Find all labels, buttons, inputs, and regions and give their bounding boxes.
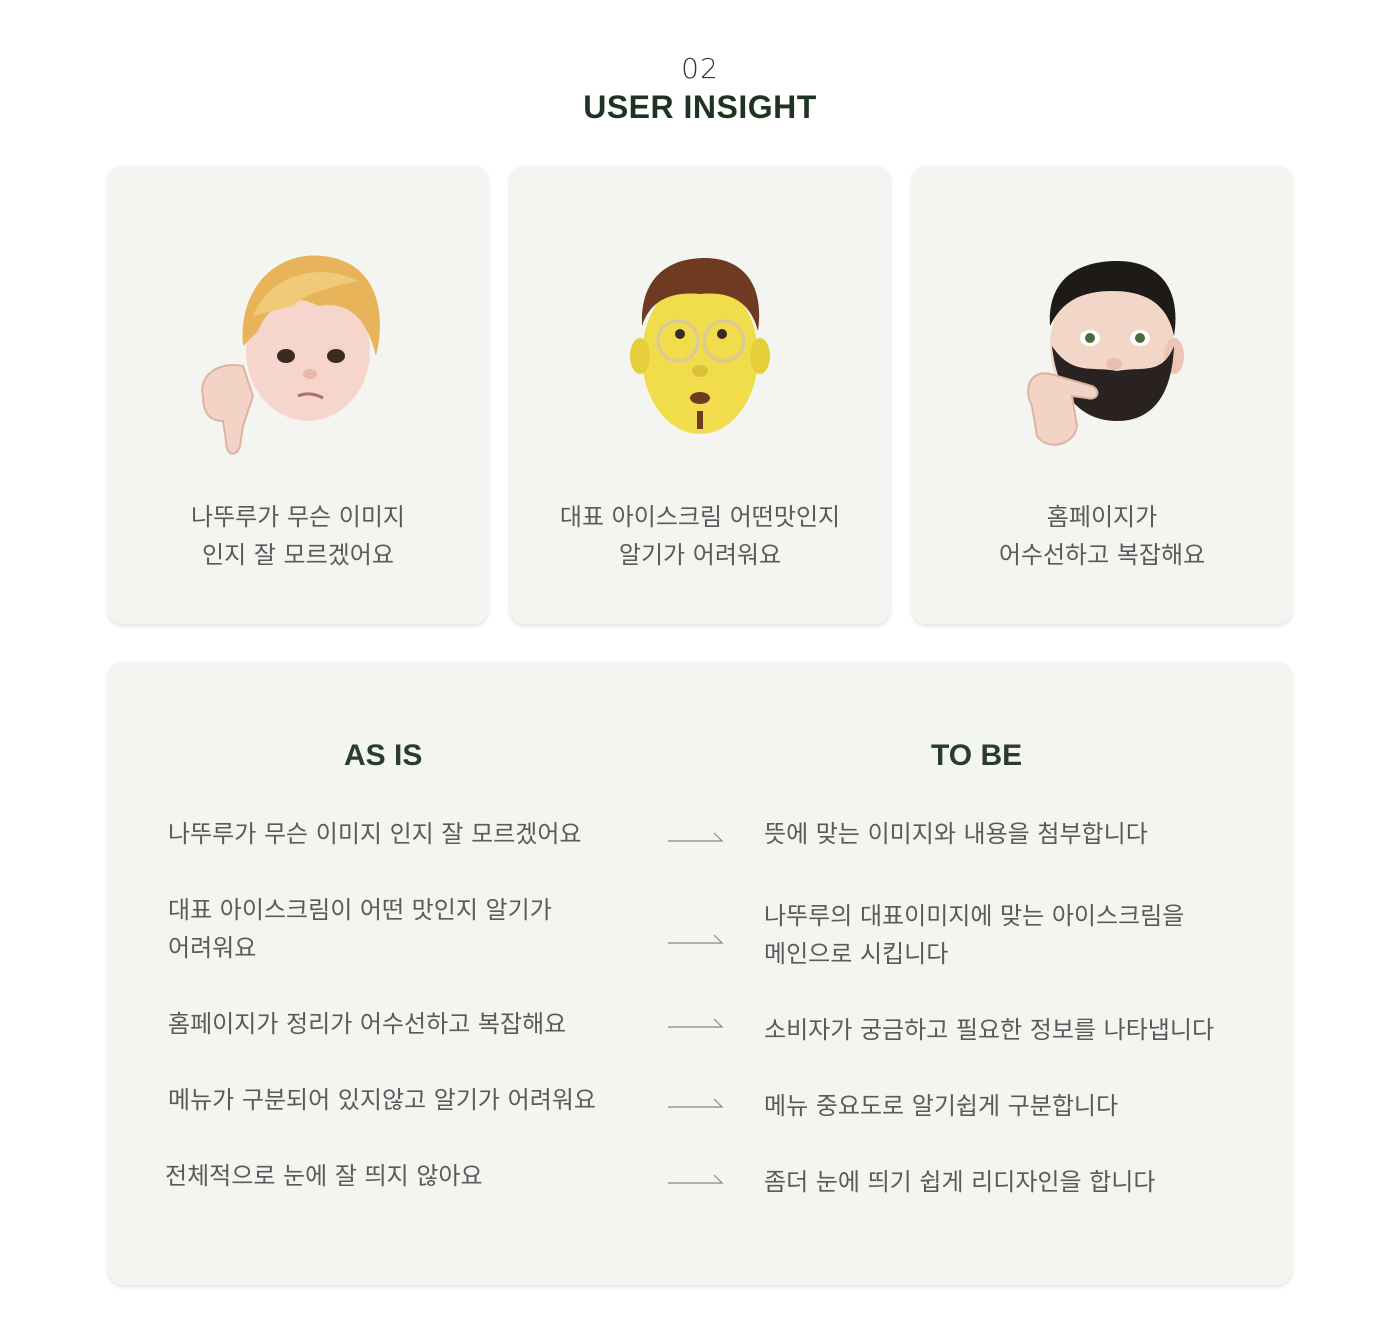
to-be-text: 좀더 눈에 띄기 쉽게 리디자인을 합니다 <box>764 1168 1156 1196</box>
thumbs-down-blonde-avatar-icon <box>201 255 380 455</box>
card-quote-line: 나뚜루가 무슨 이미지 <box>191 503 405 531</box>
section-title: USER INSIGHT <box>583 89 817 125</box>
as-is-text: 어려워요 <box>168 934 257 962</box>
card-quote-line: 홈페이지가 <box>1046 503 1158 531</box>
as-is-text: 대표 아이스크림이 어떤 맛인지 알기가 <box>168 896 552 924</box>
insight-card-2: 대표 아이스크림 어떤맛인지 알기가 어려워요 <box>510 166 890 624</box>
arrow-right-icon <box>668 1018 724 1028</box>
arrow-right-icon <box>668 1098 724 1108</box>
to-be-text: 나뚜루의 대표이미지에 맞는 아이스크림을 <box>764 902 1185 930</box>
arrow-right-icon <box>668 1174 724 1184</box>
arrow-right-icon <box>668 832 724 842</box>
card-quote-line: 알기가 어려워요 <box>618 541 782 569</box>
card-quote-line: 대표 아이스크림 어떤맛인지 <box>559 503 841 531</box>
insight-card-1: 나뚜루가 무슨 이미지 인지 잘 모르겠어요 <box>108 166 488 624</box>
to-be-text: 메인으로 시킵니다 <box>764 940 949 968</box>
glasses-eyeroll-avatar-icon <box>630 258 770 434</box>
as-is-title: AS IS <box>344 739 423 772</box>
to-be-title: TO BE <box>931 739 1023 772</box>
section-number: 02 <box>681 52 719 85</box>
card-quote-line: 인지 잘 모르겠어요 <box>202 541 394 569</box>
arrow-right-icon <box>668 934 724 944</box>
section-header: 02 USER INSIGHT <box>0 52 1400 126</box>
to-be-text: 소비자가 궁금하고 필요한 정보를 나타냅니다 <box>764 1016 1215 1044</box>
as-is-text: 홈페이지가 정리가 어수선하고 복잡해요 <box>168 1010 567 1038</box>
as-is-text: 전체적으로 눈에 잘 띄지 않아요 <box>165 1162 483 1190</box>
as-is-to-be-panel: AS IS TO BE 나뚜루가 무슨 이미지 인지 잘 모르겠어요 뜻에 맞는… <box>108 661 1292 1285</box>
card-quote-line: 어수선하고 복잡해요 <box>998 541 1206 569</box>
to-be-text: 메뉴 중요도로 알기쉽게 구분합니다 <box>764 1092 1119 1120</box>
thinking-bearded-avatar-icon <box>1027 261 1184 446</box>
insight-card-3: 홈페이지가 어수선하고 복잡해요 <box>912 166 1292 624</box>
as-is-text: 나뚜루가 무슨 이미지 인지 잘 모르겠어요 <box>168 820 582 848</box>
as-is-text: 메뉴가 구분되어 있지않고 알기가 어려워요 <box>168 1086 596 1114</box>
to-be-text: 뜻에 맞는 이미지와 내용을 첨부합니다 <box>764 820 1148 848</box>
